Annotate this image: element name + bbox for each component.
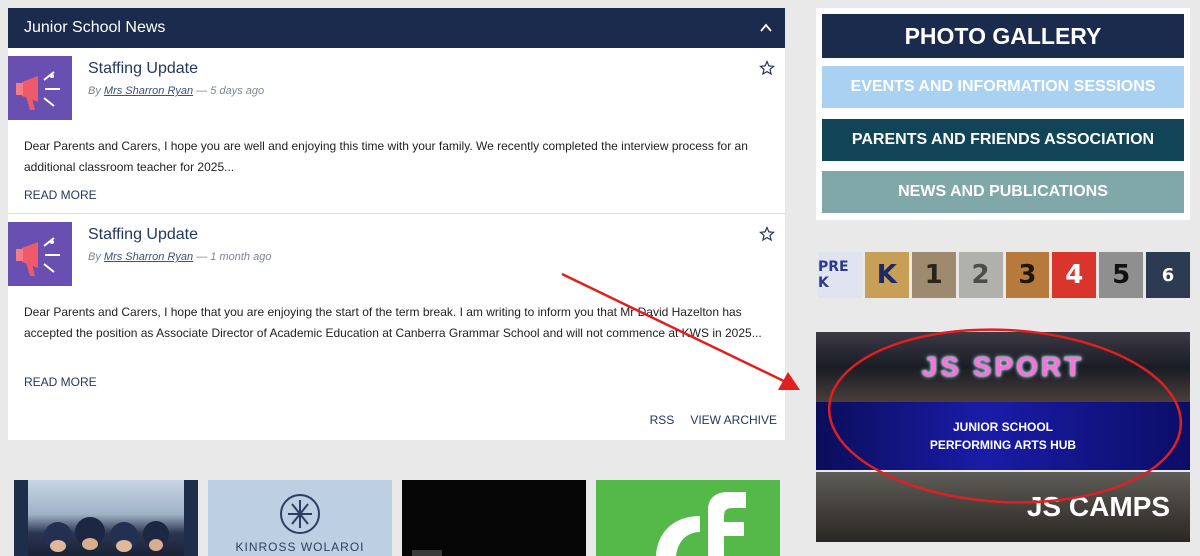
js-camps-banner[interactable]: JS CAMPS xyxy=(816,472,1190,542)
news-item-excerpt: Dear Parents and Carers, I hope you are … xyxy=(24,139,748,174)
green-f-logo-icon xyxy=(656,492,746,556)
author-link[interactable]: Mrs Sharron Ryan xyxy=(104,85,193,97)
events-info-sessions-button[interactable]: EVENTS AND INFORMATION SESSIONS xyxy=(822,66,1184,108)
byline-prefix: By xyxy=(88,251,101,263)
news-item: Staffing Update By Mrs Sharron Ryan — 1 … xyxy=(8,214,785,389)
read-more-link[interactable]: READ MORE xyxy=(24,188,97,202)
year-tile-pre-k[interactable]: PRE K xyxy=(818,252,862,298)
view-archive-link[interactable]: VIEW ARCHIVE xyxy=(690,413,777,427)
video-thumbnail[interactable] xyxy=(402,480,586,556)
author-link[interactable]: Mrs Sharron Ryan xyxy=(104,251,193,263)
star-icon[interactable] xyxy=(759,226,775,242)
kinross-wolaroi-thumbnail[interactable]: KINROSS WOLAROI xyxy=(208,480,392,556)
news-panel-header[interactable]: Junior School News xyxy=(8,8,785,48)
students-photo-thumbnail[interactable] xyxy=(14,480,198,556)
year-tile-2[interactable]: 2 xyxy=(958,252,1003,298)
news-item-title[interactable]: Staffing Update xyxy=(88,226,198,244)
news-item-byline: By Mrs Sharron Ryan — 5 days ago xyxy=(88,85,264,97)
post-age: — 5 days ago xyxy=(196,85,265,97)
quick-links-panel: PHOTO GALLERY EVENTS AND INFORMATION SES… xyxy=(816,8,1190,220)
news-item-title[interactable]: Staffing Update xyxy=(88,60,198,78)
chevron-up-icon[interactable] xyxy=(759,21,773,35)
news-panel-title: Junior School News xyxy=(24,19,166,36)
star-icon[interactable] xyxy=(759,60,775,76)
js-camps-label: JS CAMPS xyxy=(1026,491,1170,522)
school-crest-icon xyxy=(280,494,320,534)
js-sport-banner[interactable]: JS SPORT xyxy=(816,332,1190,402)
news-item: Staffing Update By Mrs Sharron Ryan — 5 … xyxy=(8,48,785,214)
parents-friends-association-button[interactable]: PARENTS AND FRIENDS ASSOCIATION xyxy=(822,119,1184,161)
year-tile-5[interactable]: 5 xyxy=(1099,252,1144,298)
js-sport-label: JS SPORT xyxy=(921,351,1085,382)
megaphone-icon[interactable] xyxy=(8,56,72,120)
year-tile-3[interactable]: 3 xyxy=(1005,252,1050,298)
year-tile-1[interactable]: 1 xyxy=(911,252,956,298)
news-footer-links: RSS VIEW ARCHIVE xyxy=(650,413,777,427)
year-tile-k[interactable]: K xyxy=(864,252,909,298)
read-more-link[interactable]: READ MORE xyxy=(24,375,97,389)
kinross-wolaroi-wordmark: KINROSS WOLAROI xyxy=(235,540,365,554)
rss-link[interactable]: RSS xyxy=(650,413,675,427)
year-level-links: PRE K K 1 2 3 4 5 6 xyxy=(818,252,1190,298)
photo-gallery-button[interactable]: PHOTO GALLERY xyxy=(822,14,1184,58)
year-tile-6[interactable]: 6 xyxy=(1146,252,1190,298)
performing-arts-line-2: PERFORMING ARTS HUB xyxy=(929,438,1077,452)
year-tile-4[interactable]: 4 xyxy=(1052,252,1097,298)
performing-arts-line-1: JUNIOR SCHOOL xyxy=(952,420,1053,434)
video-control-bar xyxy=(412,550,442,556)
performing-arts-hub-banner[interactable]: JUNIOR SCHOOL PERFORMING ARTS HUB xyxy=(816,402,1190,470)
news-item-excerpt: Dear Parents and Carers, I hope that you… xyxy=(24,305,762,340)
byline-prefix: By xyxy=(88,85,101,97)
students-photo xyxy=(28,480,184,556)
megaphone-icon[interactable] xyxy=(8,222,72,286)
green-logo-thumbnail[interactable] xyxy=(596,480,780,556)
news-publications-button[interactable]: NEWS AND PUBLICATIONS xyxy=(822,171,1184,213)
junior-school-news-panel: Junior School News Staffing Update By Mr… xyxy=(8,8,785,440)
post-age: — 1 month ago xyxy=(196,251,272,263)
news-item-byline: By Mrs Sharron Ryan — 1 month ago xyxy=(88,251,271,263)
